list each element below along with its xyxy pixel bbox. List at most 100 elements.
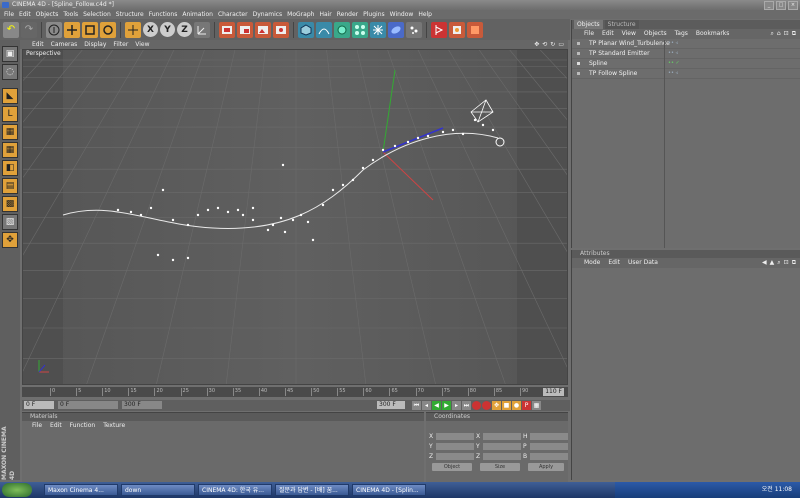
record-keys-button[interactable] bbox=[472, 401, 481, 410]
record-rotation-button[interactable]: ● bbox=[512, 401, 521, 410]
object-row[interactable]: Spline •• ✓ bbox=[572, 59, 800, 69]
render-settings-icon[interactable] bbox=[273, 21, 289, 38]
start-button[interactable] bbox=[2, 483, 32, 497]
array-icon[interactable] bbox=[352, 21, 368, 38]
lock-z-axis-button[interactable]: Z bbox=[177, 22, 192, 37]
current-frame-field[interactable]: 0 F bbox=[24, 401, 54, 409]
menu-hair[interactable]: Hair bbox=[319, 10, 331, 19]
menu-objects[interactable]: Objects bbox=[36, 10, 59, 19]
object-row[interactable]: TP Follow Spline •• ◃ bbox=[572, 69, 800, 79]
viewport-menu-edit[interactable]: Edit bbox=[32, 40, 44, 49]
objects-menu-view[interactable]: View bbox=[622, 29, 636, 39]
perspective-viewport[interactable]: Perspective bbox=[22, 49, 568, 385]
coord-size-x-field[interactable] bbox=[483, 433, 521, 440]
coord-position-y-field[interactable] bbox=[436, 443, 474, 450]
menu-render[interactable]: Render bbox=[337, 10, 358, 19]
taskbar-item[interactable]: CINEMA 4D: 한국 유... bbox=[198, 484, 272, 496]
polygons-mode-icon[interactable]: ◧ bbox=[2, 160, 18, 176]
menu-mograph[interactable]: MoGraph bbox=[287, 10, 314, 19]
search-icon[interactable]: ⌕ bbox=[777, 258, 780, 268]
cube-primitive-icon[interactable] bbox=[298, 21, 314, 38]
tag-icon[interactable] bbox=[467, 21, 483, 38]
objects-menu-edit[interactable]: Edit bbox=[602, 29, 614, 39]
viewport-menu-filter[interactable]: Filter bbox=[113, 40, 128, 49]
transform-tool-icon[interactable] bbox=[125, 21, 141, 38]
viewport-menu-display[interactable]: Display bbox=[84, 40, 106, 49]
max-frame-field[interactable]: 300 F bbox=[377, 401, 405, 409]
attributes-menu-edit[interactable]: Edit bbox=[608, 258, 620, 268]
taskbar-item[interactable]: down bbox=[121, 484, 195, 496]
render-region-icon[interactable] bbox=[237, 21, 253, 38]
coord-position-z-field[interactable] bbox=[436, 453, 474, 460]
next-key-button[interactable]: ▸ bbox=[452, 401, 461, 410]
object-row[interactable]: TP Planar Wind_Turbulence •• ◃ bbox=[572, 39, 800, 49]
materials-menu-texture[interactable]: Texture bbox=[103, 421, 125, 430]
viewport-menu-cameras[interactable]: Cameras bbox=[51, 40, 78, 49]
menu-window[interactable]: Window bbox=[390, 10, 414, 19]
spline-pen-icon[interactable] bbox=[316, 21, 332, 38]
render-view-icon[interactable] bbox=[219, 21, 235, 38]
menu-functions[interactable]: Functions bbox=[149, 10, 178, 19]
record-pla-button[interactable]: ▦ bbox=[532, 401, 541, 410]
maximize-button[interactable]: □ bbox=[776, 1, 786, 10]
edges-mode-icon[interactable]: ▦ bbox=[2, 142, 18, 158]
menu-edit[interactable]: Edit bbox=[19, 10, 31, 19]
object-visibility-flags[interactable]: •• ◃ bbox=[668, 69, 678, 78]
workplane-icon[interactable]: ✥ bbox=[2, 232, 18, 248]
record-position-button[interactable]: ✥ bbox=[492, 401, 501, 410]
menu-selection[interactable]: Selection bbox=[83, 10, 111, 19]
scene-object-icon[interactable] bbox=[406, 21, 422, 38]
object-column-divider[interactable] bbox=[664, 40, 665, 248]
menu-plugins[interactable]: Plugins bbox=[363, 10, 385, 19]
coordinate-system-icon[interactable] bbox=[194, 21, 210, 38]
objects-menu-tags[interactable]: Tags bbox=[675, 29, 688, 39]
viewport-move-icon[interactable]: ✥ bbox=[534, 40, 539, 49]
materials-menu-file[interactable]: File bbox=[32, 421, 42, 430]
objects-menu-bookmarks[interactable]: Bookmarks bbox=[696, 29, 730, 39]
use-object-tool-icon[interactable]: ◌ bbox=[2, 64, 18, 80]
use-model-tool-icon[interactable]: ▣ bbox=[2, 46, 18, 62]
menu-character[interactable]: Character bbox=[218, 10, 248, 19]
coord-heading-field[interactable] bbox=[530, 433, 568, 440]
nurbs-icon[interactable] bbox=[334, 21, 350, 38]
coord-apply-button[interactable]: Apply bbox=[528, 463, 564, 471]
autokey-button[interactable] bbox=[482, 401, 491, 410]
menu-tools[interactable]: Tools bbox=[63, 10, 78, 19]
camera-icon[interactable] bbox=[431, 21, 447, 38]
particle-emitter-icon[interactable] bbox=[370, 21, 386, 38]
go-to-start-button[interactable]: ⏮ bbox=[412, 401, 421, 410]
materials-menu-edit[interactable]: Edit bbox=[50, 421, 62, 430]
tab-objects[interactable]: Objects bbox=[574, 20, 603, 29]
new-window-icon[interactable]: ⧉ bbox=[792, 258, 796, 268]
viewport-rotate-icon[interactable]: ↻ bbox=[550, 40, 555, 49]
record-parameters-button[interactable]: P bbox=[522, 401, 531, 410]
viewport-toggle-icon[interactable]: ▭ bbox=[558, 40, 564, 49]
taskbar-item[interactable]: Maxon Cinema 4... bbox=[44, 484, 118, 496]
menu-animation[interactable]: Animation bbox=[182, 10, 213, 19]
materials-menu-function[interactable]: Function bbox=[70, 421, 96, 430]
inverse-kinematics-icon[interactable]: ▩ bbox=[2, 196, 18, 212]
minimize-button[interactable]: _ bbox=[764, 1, 774, 10]
object-visibility-flags[interactable]: •• ◃ bbox=[668, 39, 678, 48]
attributes-menu-mode[interactable]: Mode bbox=[584, 258, 600, 268]
up-arrow-icon[interactable]: ▲ bbox=[770, 258, 775, 268]
close-button[interactable]: × bbox=[788, 1, 798, 10]
lock-icon[interactable]: ⊡ bbox=[784, 29, 789, 39]
search-icon[interactable]: ⌕ bbox=[770, 29, 773, 39]
coord-mode-dropdown[interactable]: Object bbox=[432, 463, 472, 471]
taskbar-item[interactable]: 질문과 답변 - [배] 꿈... bbox=[275, 484, 349, 496]
lock-x-axis-button[interactable]: X bbox=[143, 22, 158, 37]
timeline-ruler[interactable]: 0 5 10 15 20 25 30 35 40 45 50 55 60 65 70 75 80 85 90 110… bbox=[22, 387, 568, 397]
start-frame-field[interactable]: 0 F bbox=[58, 401, 118, 409]
coord-bank-field[interactable] bbox=[530, 453, 568, 460]
objects-menu-file[interactable]: File bbox=[584, 29, 594, 39]
coord-size-z-field[interactable] bbox=[483, 453, 521, 460]
live-selection-icon[interactable] bbox=[46, 21, 62, 38]
object-visibility-flags[interactable]: •• ✓ bbox=[668, 59, 680, 68]
go-to-end-button[interactable]: ⏭ bbox=[462, 401, 471, 410]
rotate-tool-icon[interactable] bbox=[100, 21, 116, 38]
deformer-icon[interactable] bbox=[388, 21, 404, 38]
viewport-zoom-icon[interactable]: ⟲ bbox=[542, 40, 547, 49]
coord-position-x-field[interactable] bbox=[436, 433, 474, 440]
home-icon[interactable]: ⌂ bbox=[777, 29, 781, 39]
